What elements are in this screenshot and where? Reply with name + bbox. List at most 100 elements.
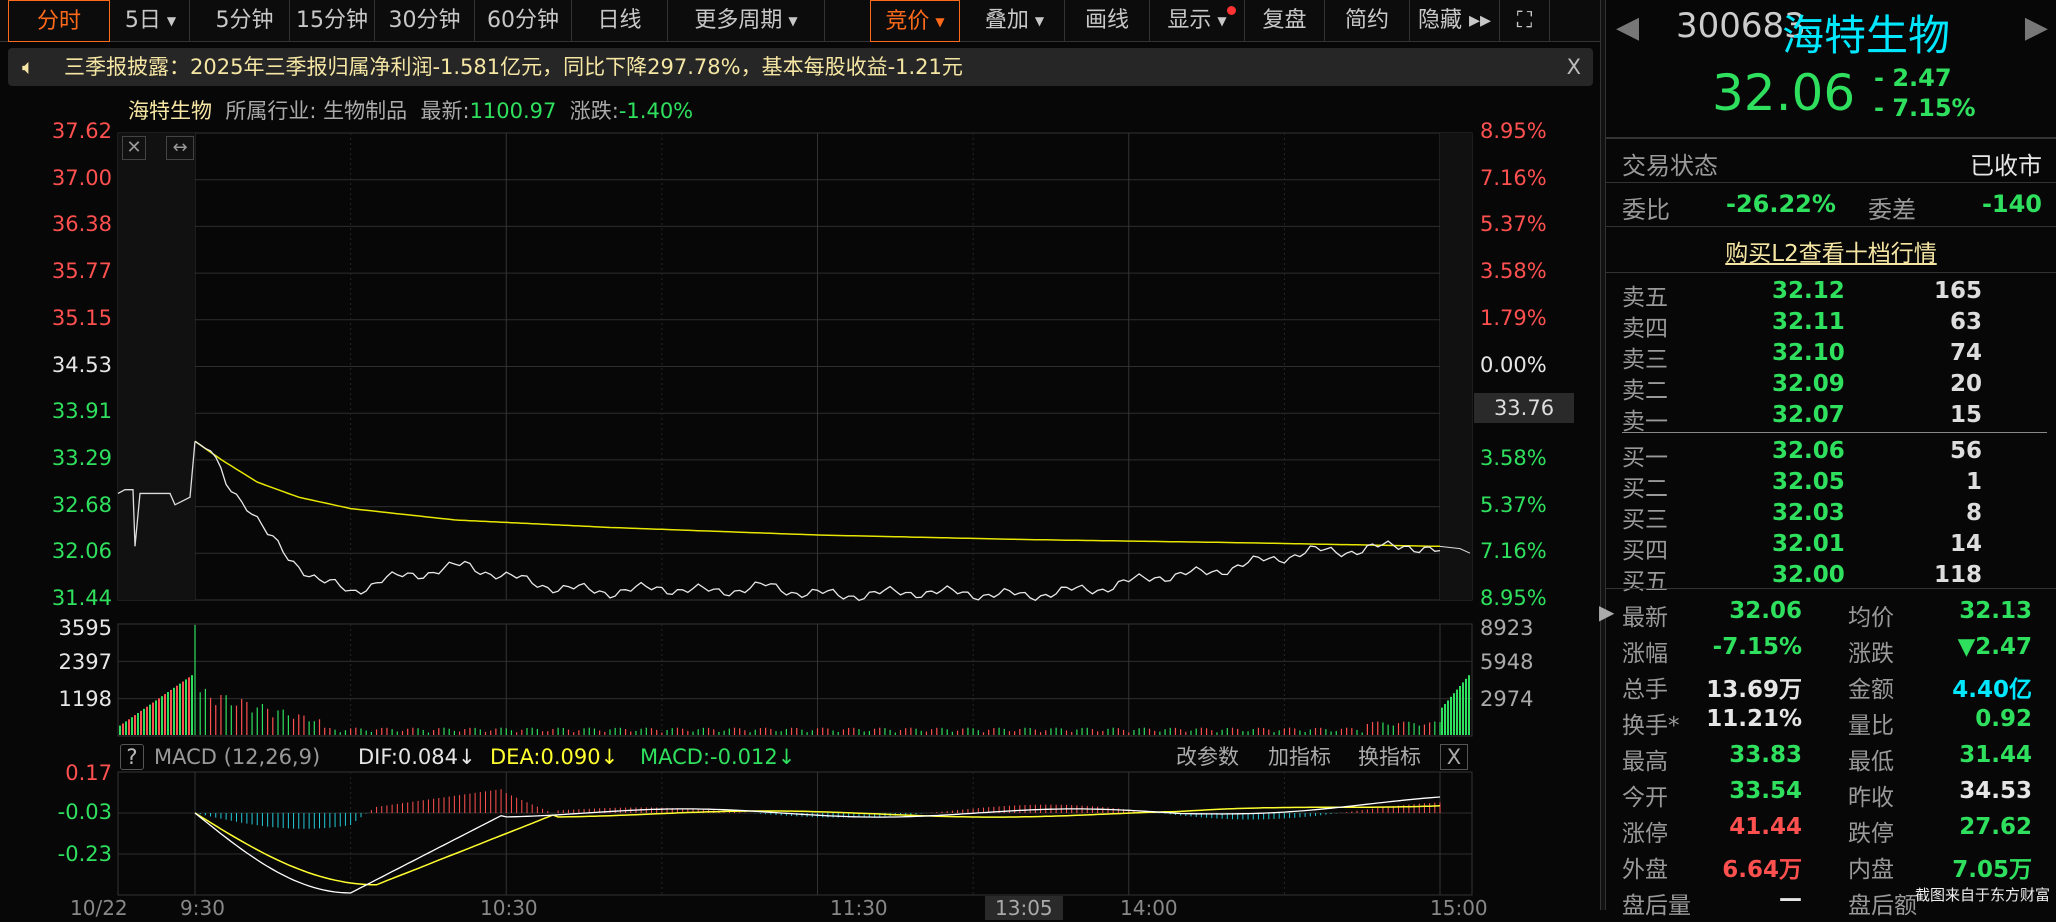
close-indicator-button[interactable]: X [1440,744,1468,770]
volume-tick-right: 5948 [1480,650,1534,674]
level-volume: 14 [1949,531,1982,557]
bids-row[interactable]: 买五 32.00 118 [1622,562,2022,595]
bid-ratio-label: 委比 [1622,196,1670,224]
bids-row[interactable]: 买四 32.01 14 [1622,531,2022,564]
level-price: 32.10 [1772,340,1845,366]
buy-l2-link[interactable]: 购买L2查看十档行情 [1606,234,2056,268]
stat-row: 总手 13.69万 金额 4.40亿 [1622,670,2032,706]
prev-stock-arrow-icon[interactable]: ◀ [1616,10,1639,45]
add-indicator-button[interactable]: 加指标 [1268,742,1331,772]
bids-row[interactable]: 买二 32.05 1 [1622,469,2022,502]
stat-value: -7.15% [1712,634,1802,660]
next-stock-arrow-icon[interactable]: ▶ [2025,10,2048,45]
asks-row[interactable]: 卖一 32.07 15 [1622,402,2022,435]
level-volume: 15 [1949,402,1982,428]
level-label: 买五 [1622,569,1668,595]
time-tick: 15:00 [1430,896,1488,920]
price-tick: 35.15 [51,305,112,330]
volume-tick-right: 8923 [1480,616,1534,640]
price-tick: 33.91 [51,399,112,424]
stat-label: 涨跌 [1848,641,1894,667]
stat-value: — [1779,886,1802,912]
price-change-pct: - 7.15% [1874,94,1976,122]
price-tick: 37.00 [51,165,112,190]
stat-label: 盘后量 [1622,893,1691,919]
volume-tick: 1198 [58,687,112,711]
stat-label: 最低 [1848,749,1894,775]
bids-row[interactable]: 买三 32.03 8 [1622,500,2022,533]
price-tick: 33.29 [51,445,112,470]
level-price: 32.12 [1772,278,1845,304]
pct-tick: 1.79% [1480,305,1547,330]
asks-row[interactable]: 卖五 32.12 165 [1622,278,2022,311]
volume-tick: 2397 [58,650,112,674]
cursor-price-label: 33.76 [1474,393,1574,423]
dea-value: DEA:0.090↓ [490,745,619,769]
stat-label: 昨收 [1848,785,1894,811]
stat-row: 涨停 41.44 跌停 27.62 [1622,814,2032,850]
stat-value: ▼2.47 [1957,634,2032,660]
asks-row[interactable]: 卖三 32.10 74 [1622,340,2022,373]
pct-tick: 3.58% [1480,259,1547,284]
stat-row: 最高 33.83 最低 31.44 [1622,742,2032,778]
stat-value: 32.06 [1729,598,1802,624]
stat-value: 33.54 [1729,778,1802,804]
stat-label: 盘后额 [1848,893,1917,919]
stat-label: 内盘 [1848,857,1894,883]
intraday-chart[interactable] [0,0,1600,910]
stat-label: 金额 [1848,677,1894,703]
level-label: 卖二 [1622,378,1668,404]
help-button[interactable]: ? [120,744,144,770]
time-tick: 10/22 [70,896,128,920]
price-change: - 2.47 [1874,64,1952,92]
level-price: 32.09 [1772,371,1845,397]
stat-label: 涨幅 [1622,641,1668,667]
stat-value: 4.40亿 [1952,677,2032,703]
stat-label: 换手* [1622,713,1680,739]
stock-name: 海特生物 [1782,11,1951,60]
trade-status-value: 已收市 [1970,152,2042,180]
stat-value: 33.83 [1729,742,1802,768]
bid-diff-label: 委差 [1868,196,1916,224]
macd-tick: 0.17 [65,761,112,785]
stat-label: 最高 [1622,749,1668,775]
level-price: 32.01 [1772,531,1845,557]
pct-tick: 8.95% [1480,119,1547,143]
stat-label: 跌停 [1848,821,1894,847]
level-label: 卖一 [1622,409,1668,435]
stat-row: 涨幅 -7.15% 涨跌 ▼2.47 [1622,634,2032,670]
bids-row[interactable]: 买一 32.06 56 [1622,438,2022,471]
volume-tick: 3595 [58,616,112,640]
time-tick: 13:05 [985,896,1063,920]
change-params-button[interactable]: 改参数 [1176,742,1239,772]
price-tick: 32.68 [51,492,112,517]
level-volume: 165 [1933,278,1982,304]
stat-label: 量比 [1848,713,1894,739]
stat-value: 32.13 [1959,598,2032,624]
asks-row[interactable]: 卖二 32.09 20 [1622,371,2022,404]
stat-row: 最新 32.06 均价 32.13 [1622,598,2032,634]
asks-row[interactable]: 卖四 32.11 63 [1622,309,2022,342]
stat-value: 13.69万 [1706,677,1802,703]
pct-tick: 0.00% [1480,352,1547,377]
stat-row: 今开 33.54 昨收 34.53 [1622,778,2032,814]
level-price: 32.05 [1772,469,1845,495]
switch-indicator-button[interactable]: 换指标 [1358,742,1421,772]
expand-auction-icon[interactable]: ↔ [166,136,194,160]
stat-label: 最新 [1622,605,1668,631]
stat-value: 34.53 [1959,778,2032,804]
close-auction-icon[interactable]: ✕ [122,136,146,160]
time-tick: 10:30 [480,896,538,920]
stat-value: 7.05万 [1952,857,2032,883]
price-tick: 34.53 [51,352,112,377]
macd-title: MACD (12,26,9) [154,745,321,769]
time-tick: 11:30 [830,896,888,920]
level-price: 32.07 [1772,402,1845,428]
stat-value: 41.44 [1729,814,1802,840]
time-tick: 9:30 [180,896,225,920]
level-price: 32.03 [1772,500,1845,526]
pct-tick: 5.37% [1480,212,1547,237]
stat-value: 31.44 [1959,742,2032,768]
trade-status-label: 交易状态 [1622,152,1718,180]
level-price: 32.11 [1772,309,1845,335]
